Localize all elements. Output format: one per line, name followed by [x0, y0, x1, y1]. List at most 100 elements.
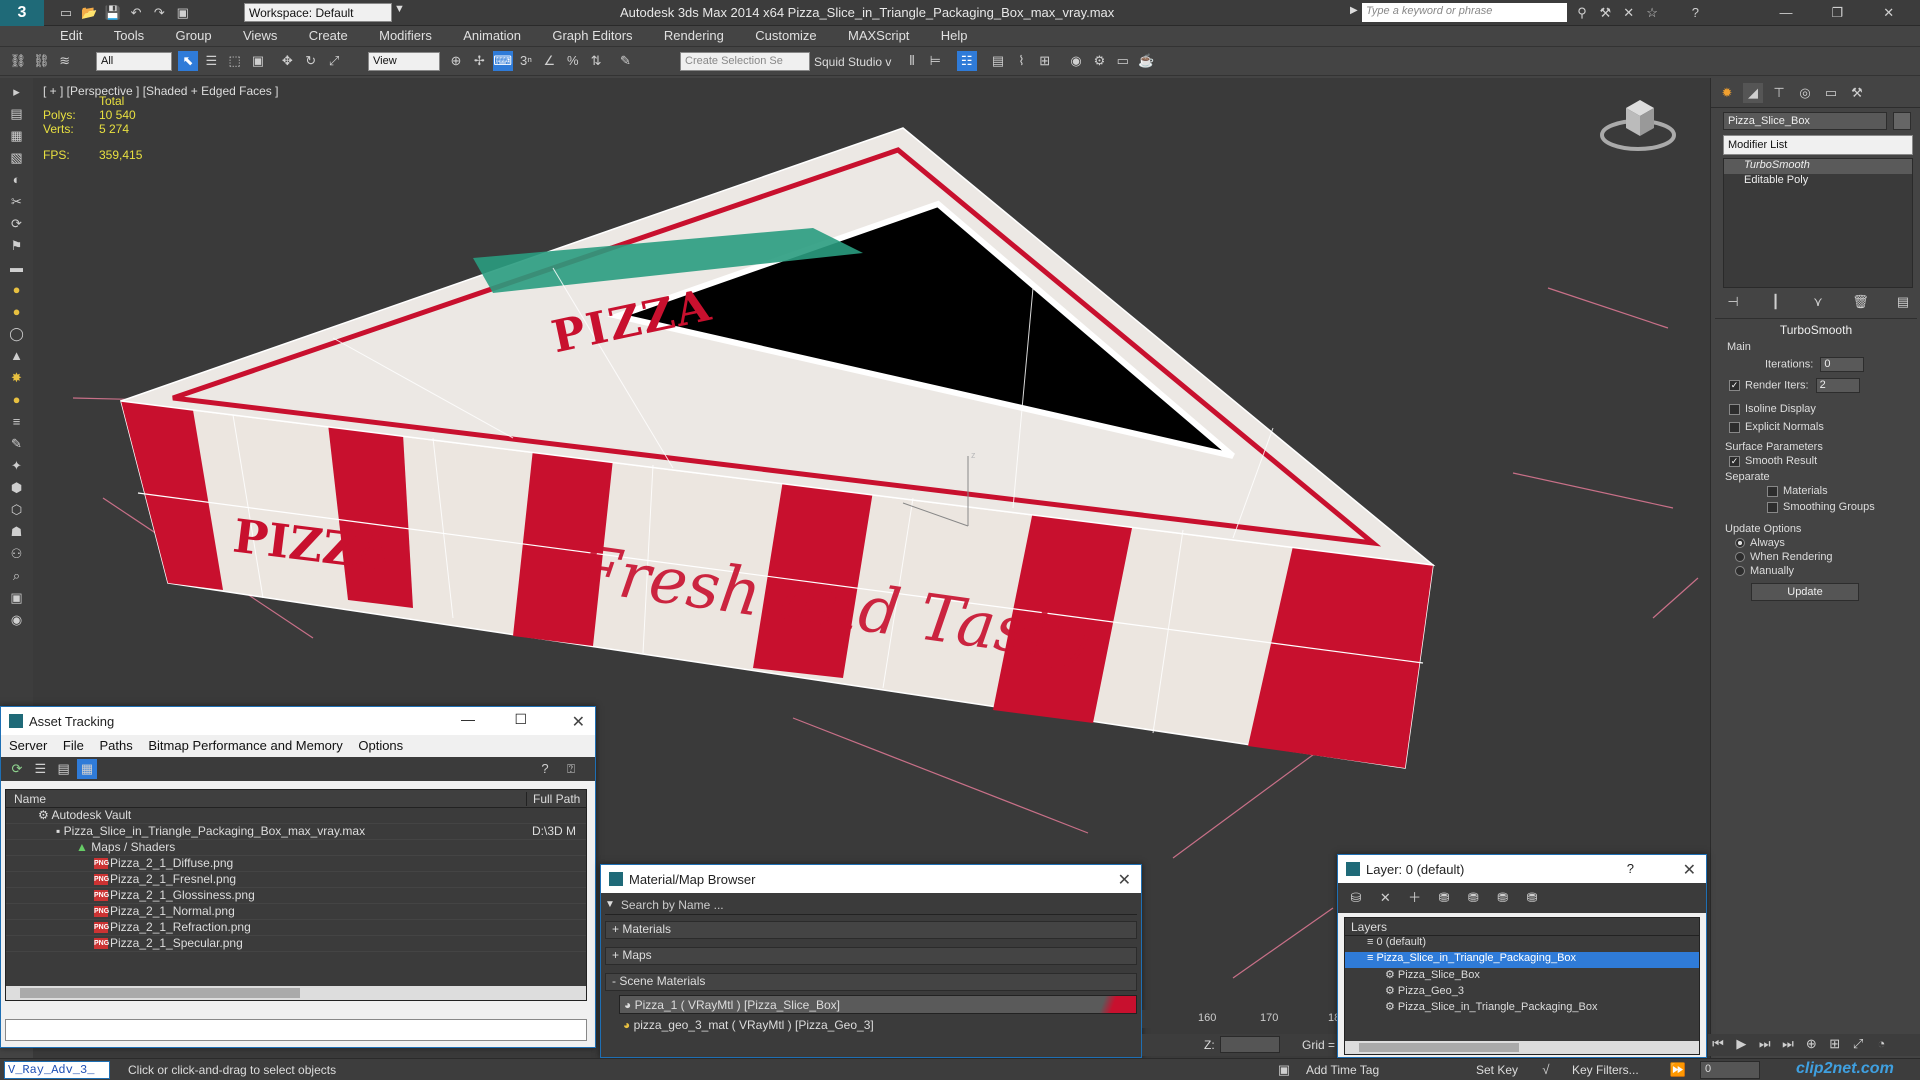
detail-view-icon[interactable]: ▤	[54, 759, 74, 779]
close-icon[interactable]: ✕	[572, 712, 585, 732]
object-color-swatch[interactable]	[1893, 112, 1911, 130]
strip-tool-6-icon[interactable]: ✂	[7, 192, 27, 212]
z-coord-field[interactable]	[1220, 1036, 1280, 1053]
layer-row-selected[interactable]: ≡ Pizza_Slice_in_Triangle_Packaging_Box	[1345, 952, 1699, 968]
edit-named-selection-icon[interactable]: ✎	[615, 51, 635, 71]
render-iters-spinner[interactable]: 2	[1815, 378, 1860, 393]
tree-row-max-file[interactable]: ▪ Pizza_Slice_in_Triangle_Packaging_Box_…	[6, 824, 586, 840]
spinner-snap-icon[interactable]: ⇅	[586, 51, 606, 71]
list-view-icon[interactable]: ☰	[30, 759, 50, 779]
material-browser-titlebar[interactable]: Material/Map Browser ✕	[601, 865, 1141, 893]
when-rendering-radio[interactable]	[1735, 552, 1745, 563]
refresh-icon[interactable]: ⟳	[7, 759, 27, 779]
unlink-icon[interactable]: ⛓	[31, 51, 51, 71]
scene-material-item[interactable]: ◕ pizza_geo_3_mat ( VRayMtl ) [Pizza_Geo…	[619, 1016, 1137, 1035]
set-key-mode-icon[interactable]: √	[1536, 1060, 1556, 1080]
close-icon[interactable]: ✕	[1683, 860, 1696, 880]
exchange-icon[interactable]: ✕	[1619, 3, 1639, 23]
pivot-icon[interactable]: ⊕	[446, 51, 466, 71]
maximize-icon[interactable]: ☐	[514, 711, 527, 728]
set-key-button[interactable]: Set Key	[1476, 1063, 1518, 1077]
menu-modifiers[interactable]: Modifiers	[365, 26, 446, 43]
menu-group[interactable]: Group	[161, 26, 225, 43]
stack-item-turbosmooth[interactable]: TurboSmooth	[1724, 159, 1912, 174]
layer-window-titlebar[interactable]: Layer: 0 (default) ? ✕	[1338, 855, 1706, 883]
menu-tools[interactable]: Tools	[100, 26, 158, 43]
menu-rendering[interactable]: Rendering	[650, 26, 738, 43]
horizontal-scrollbar[interactable]	[6, 986, 586, 1000]
utilities-tab-icon[interactable]: ⚒	[1847, 83, 1867, 103]
material-search-input[interactable]: Search by Name ...	[621, 898, 724, 912]
select-scale-icon[interactable]: ⤢	[324, 51, 344, 71]
modify-tab-icon[interactable]: ◢	[1743, 82, 1763, 103]
menu-views[interactable]: Views	[229, 26, 291, 43]
select-manipulate-icon[interactable]: ✢	[469, 51, 489, 71]
hierarchy-tab-icon[interactable]: ⊤	[1769, 83, 1789, 103]
tools-icon[interactable]: ⚒	[1595, 3, 1615, 23]
smoothing-groups-checkbox[interactable]	[1767, 501, 1778, 513]
strip-tool-21-icon[interactable]: ☗	[7, 522, 27, 542]
strip-tool-2-icon[interactable]: ▤	[7, 104, 27, 124]
menu-graph-editors[interactable]: Graph Editors	[538, 26, 646, 43]
browser-options-icon[interactable]: ▼	[605, 899, 615, 910]
curve-editor-icon[interactable]: ⌇	[1011, 51, 1031, 71]
strip-tool-23-icon[interactable]: ⌕	[7, 566, 27, 586]
hide-layers-icon[interactable]: ⛃	[1493, 888, 1513, 908]
strip-tool-11-icon[interactable]: ●	[7, 302, 27, 322]
material-editor-icon[interactable]: ◉	[1066, 51, 1086, 71]
keyboard-shortcut-icon[interactable]: ⌨	[492, 51, 513, 71]
highlight-layer-icon[interactable]: ⛃	[1463, 888, 1483, 908]
smooth-result-checkbox[interactable]: ✓	[1729, 455, 1740, 467]
make-unique-icon[interactable]: ⋎	[1808, 292, 1828, 312]
table-view-icon[interactable]: ▦	[77, 759, 98, 779]
current-frame-field[interactable]: 0	[1700, 1061, 1760, 1079]
close-icon[interactable]: ✕	[1879, 3, 1899, 23]
freeze-layers-icon[interactable]: ⛃	[1522, 888, 1542, 908]
layer-row-default[interactable]: ≡ 0 (default)	[1345, 936, 1699, 952]
explicit-normals-checkbox[interactable]	[1729, 421, 1740, 433]
mirror-icon[interactable]: ⫴	[902, 51, 922, 71]
render-iters-checkbox[interactable]: ✓	[1729, 380, 1740, 391]
go-to-start-icon[interactable]: ⏮	[1708, 1034, 1728, 1054]
strip-tool-18-icon[interactable]: ✦	[7, 456, 27, 476]
layer-manager-icon[interactable]: ☷	[956, 51, 977, 71]
tree-row-map[interactable]: PNGPizza_2_1_Refraction.png	[6, 920, 586, 936]
pin-stack-icon[interactable]: ⊣	[1723, 292, 1743, 312]
layer-help-button[interactable]: ?	[1627, 861, 1634, 876]
go-to-end-icon[interactable]: ⏭	[1778, 1034, 1798, 1054]
menu-options[interactable]: Options	[358, 738, 403, 753]
named-selection-set-dropdown[interactable]: Create Selection Se	[680, 52, 810, 71]
strip-tool-12-icon[interactable]: ◯	[7, 324, 27, 344]
restore-icon[interactable]: ❐	[1827, 3, 1847, 23]
create-layer-icon[interactable]: ⛁	[1346, 888, 1366, 908]
menu-animation[interactable]: Animation	[449, 26, 535, 43]
layers-header[interactable]: Layers	[1345, 918, 1699, 936]
section-maps[interactable]: + Maps	[605, 947, 1137, 965]
strip-tool-7-icon[interactable]: ⟳	[7, 214, 27, 234]
scene-material-item[interactable]: ◕ Pizza_1 ( VRayMtl ) [Pizza_Slice_Box]	[619, 995, 1137, 1014]
graphite-ribbon-icon[interactable]: ▤	[988, 51, 1008, 71]
tree-row-map[interactable]: PNGPizza_2_1_Fresnel.png	[6, 872, 586, 888]
strip-tool-22-icon[interactable]: ⚇	[7, 544, 27, 564]
col-name-header[interactable]: Name	[14, 792, 46, 806]
reference-coordinate-dropdown[interactable]: View	[368, 52, 440, 71]
configure-sets-icon[interactable]: ▤	[1893, 292, 1913, 312]
select-rotate-icon[interactable]: ↻	[301, 51, 321, 71]
select-move-icon[interactable]: ✥	[277, 51, 297, 71]
strip-tool-4-icon[interactable]: ▧	[7, 148, 27, 168]
tree-row-vault[interactable]: ⚙ Autodesk Vault	[6, 808, 586, 824]
rendered-frame-icon[interactable]: ▭	[1113, 51, 1133, 71]
angle-snap-icon[interactable]: ∠	[539, 51, 559, 71]
create-tab-icon[interactable]: ✹	[1717, 83, 1737, 103]
strip-tool-9-icon[interactable]: ▬	[7, 258, 27, 278]
motion-tab-icon[interactable]: ◎	[1795, 83, 1815, 103]
strip-tool-15-icon[interactable]: ●	[7, 390, 27, 410]
section-scene-materials[interactable]: - Scene Materials	[605, 973, 1137, 991]
app-logo-button[interactable]: 3	[0, 0, 44, 26]
maximize-viewport-icon[interactable]: ⤢	[1848, 1034, 1868, 1054]
workspace-menu-arrow-icon[interactable]: ▼	[394, 3, 405, 15]
delete-layer-icon[interactable]: ✕	[1375, 888, 1395, 908]
menu-bitmap-performance[interactable]: Bitmap Performance and Memory	[148, 738, 342, 753]
layer-object-row[interactable]: ⚙ Pizza_Slice_in_Triangle_Packaging_Box	[1345, 1000, 1699, 1016]
menu-paths[interactable]: Paths	[100, 738, 133, 753]
